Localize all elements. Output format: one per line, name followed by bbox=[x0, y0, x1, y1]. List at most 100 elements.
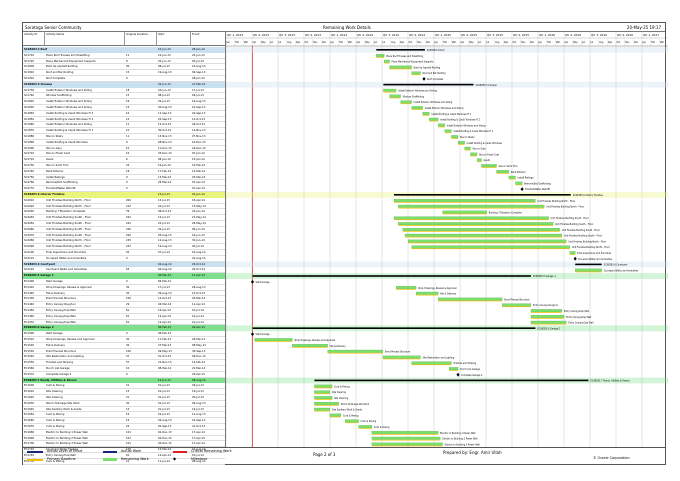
milestone-label: Start Garage bbox=[256, 333, 271, 336]
activity-bar-label: Curb & Paving bbox=[343, 414, 359, 417]
baseline-bar bbox=[371, 439, 441, 441]
activity-bar-label: Install Railings bbox=[518, 177, 535, 180]
col-finish[interactable]: Finish bbox=[191, 32, 225, 46]
activity-bar bbox=[314, 407, 330, 411]
activity-bar bbox=[569, 251, 576, 255]
month-label: Feb bbox=[443, 41, 447, 44]
month-label: Jul bbox=[590, 41, 594, 44]
activity-bar bbox=[515, 181, 523, 185]
baseline-bar bbox=[438, 126, 445, 128]
baseline-bar bbox=[384, 62, 390, 64]
activity-bar bbox=[457, 141, 465, 144]
gantt-chart: Qtr 1, 2013 Jan Feb Mar Qtr 2, 2013 Apr May Jun… bbox=[225, 32, 668, 464]
month-label: Feb bbox=[235, 41, 239, 44]
baseline-bar bbox=[389, 68, 412, 70]
baseline-bar bbox=[530, 323, 567, 325]
col-activity-name[interactable]: Activity Name bbox=[45, 32, 125, 46]
activity-bar-label: Curb & Paving bbox=[334, 385, 350, 388]
summary-label: SC98283.6 Interior Finishes bbox=[573, 194, 604, 197]
activity-bar bbox=[411, 245, 570, 249]
activity-bar bbox=[411, 71, 421, 75]
month-label: Mar bbox=[556, 41, 560, 44]
legend-swatch-critical bbox=[173, 451, 187, 453]
activity-bar bbox=[345, 419, 359, 423]
activity-bar bbox=[451, 135, 459, 139]
activity-bar bbox=[396, 286, 417, 289]
activity-bar-label: Fab & Delivery bbox=[440, 293, 457, 296]
baseline-bar bbox=[371, 434, 439, 435]
activity-bar-label: Install Exterior Windows and Siding bbox=[398, 90, 437, 93]
activity-bar-label: Shop Drawings, Review and Approval bbox=[294, 339, 335, 342]
activity-bar-label: Entry Canopy/Cap Wall bbox=[566, 316, 591, 319]
activity-bar bbox=[292, 344, 328, 347]
month-label: Jun bbox=[477, 41, 482, 44]
band-shade bbox=[226, 261, 668, 268]
month-label: Jan bbox=[330, 41, 335, 44]
activity-bar-label: Courtyard Walks and Amenities bbox=[604, 269, 639, 272]
baseline-bar bbox=[530, 318, 565, 319]
month-label: Jun bbox=[269, 41, 274, 44]
activity-bar bbox=[400, 100, 412, 104]
activity-bar-label: Stucco Finish Coat bbox=[479, 153, 499, 156]
summary-bar bbox=[252, 275, 531, 277]
month-label: May bbox=[573, 41, 578, 44]
activity-bar-label: Paint Exterior bbox=[511, 171, 526, 174]
quarter-label: Qtr 2, 2016 bbox=[565, 33, 581, 37]
baseline-bar bbox=[515, 184, 523, 186]
month-label: Aug bbox=[391, 41, 396, 44]
col-activity-id[interactable]: Activity ID bbox=[23, 32, 45, 46]
baseline-bar bbox=[442, 213, 487, 215]
quarter-label: Qtr 3, 2014 bbox=[383, 33, 399, 37]
baseline-bar bbox=[458, 144, 465, 145]
legend-swatch-baseline bbox=[27, 459, 43, 461]
baseline-bar bbox=[449, 370, 459, 371]
month-label: Nov bbox=[625, 41, 630, 44]
summary-bar bbox=[393, 194, 571, 196]
activity-bar-label: Site Sanitary Work & Grade bbox=[332, 409, 363, 412]
activity-bar bbox=[429, 117, 439, 121]
activity-bar bbox=[358, 425, 372, 429]
activity-bar bbox=[481, 164, 497, 168]
activity-bar bbox=[402, 228, 560, 231]
activity-bar-label: Install Exterior Windows and Siding bbox=[447, 124, 486, 127]
month-label: Oct bbox=[305, 41, 309, 44]
activity-bar-label: Unit Finishes Building North - Floor bbox=[546, 206, 584, 209]
summary-label: EC98283.6 Garage 2 bbox=[537, 327, 560, 330]
gantt-canvas: Qtr 1, 2013Jan Feb MarQtr 2, 2013Apr May Jun… bbox=[226, 32, 668, 464]
activity-bar bbox=[371, 436, 441, 440]
month-label: Sep bbox=[608, 41, 613, 44]
month-label: Feb bbox=[339, 41, 343, 44]
activity-bar bbox=[408, 239, 567, 243]
activity-bar bbox=[314, 402, 339, 405]
month-label: Oct bbox=[617, 41, 621, 44]
report-title: Remaining Work Details bbox=[323, 25, 371, 30]
activity-bar bbox=[314, 390, 330, 394]
month-label: Apr bbox=[565, 41, 569, 44]
month-label: Jul bbox=[278, 41, 282, 44]
activity-bar bbox=[389, 94, 401, 98]
baseline-bar bbox=[530, 312, 562, 313]
summary-label: SC98283.5 Closeup bbox=[476, 84, 498, 87]
summary-bar bbox=[376, 49, 425, 51]
col-start[interactable]: Start bbox=[157, 32, 191, 46]
legend-swatch-actual-work bbox=[103, 451, 117, 453]
gantt-report-sheet: Saratoga Senior Community Remaining Work… bbox=[22, 22, 668, 465]
month-label: May bbox=[469, 41, 474, 44]
milestone-marker bbox=[573, 256, 577, 261]
milestone-marker bbox=[422, 77, 426, 81]
activity-bar-label: Entry Canopy/Cap Wall bbox=[568, 322, 593, 325]
activity-bar-label: Unit Finishes Building North - Floor bbox=[568, 240, 606, 243]
summary-bar bbox=[252, 327, 536, 329]
report-header: Saratoga Senior Community Remaining Work… bbox=[23, 23, 665, 32]
activity-bar bbox=[530, 320, 567, 324]
col-original-duration[interactable]: Original Duration bbox=[125, 32, 157, 46]
activity-bar-label: Install Exterior Windows and Siding bbox=[414, 101, 453, 104]
activity-bar bbox=[314, 396, 333, 400]
activity-bar-label: Final Inspections and Punchlist bbox=[577, 252, 611, 255]
activity-grid: Activity ID Activity Name Original Durat… bbox=[23, 32, 668, 465]
activity-bar bbox=[398, 222, 554, 226]
activity-bar-label: Remove/Exit Scaffolding bbox=[524, 182, 551, 185]
baseline-bar bbox=[314, 387, 333, 389]
activity-bar bbox=[376, 54, 385, 57]
prepared-by: Prepared by: Engr. Amir Ullah bbox=[443, 450, 502, 455]
